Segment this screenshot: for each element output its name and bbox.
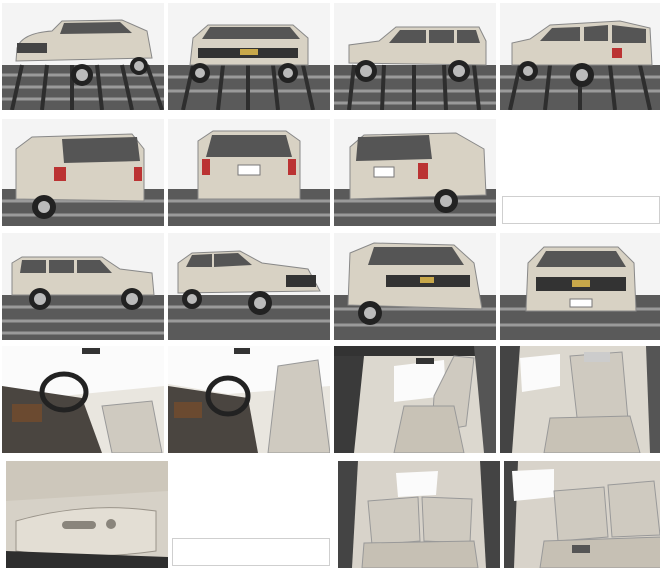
photo-rear-seats-2[interactable] [504,461,660,568]
car-interior-image [2,346,164,453]
photo-rear-left-close[interactable] [2,119,164,226]
photo-front-right-low[interactable] [334,233,496,340]
photo-dash-driver-1[interactable] [2,346,164,453]
car-exterior-image [168,119,330,226]
car-exterior-image [500,3,660,110]
car-interior-image [504,461,660,568]
photo-seat-controls[interactable] [6,461,168,568]
car-exterior-image [334,233,496,340]
photo-left-side[interactable] [334,3,496,110]
car-exterior-image [500,233,660,340]
photo-dash-driver-2[interactable] [168,346,330,453]
photo-rear-right-34[interactable] [334,119,496,226]
photo-rear-left-34[interactable] [500,3,660,110]
car-interior-image [6,461,168,568]
car-exterior-image [168,3,330,110]
photo-front-right-34[interactable] [168,233,330,340]
car-exterior-image [2,119,164,226]
photo-rear-center[interactable] [168,119,330,226]
photo-right-side[interactable] [2,233,164,340]
empty-photo-slot [500,119,660,226]
photo-rear-seats-1[interactable] [338,461,500,568]
car-interior-image [168,346,330,453]
photo-front-center[interactable] [168,3,330,110]
photo-front-seats-close[interactable] [500,346,660,453]
car-interior-image [500,346,660,453]
photo-front-seats-open-door[interactable] [334,346,496,453]
car-interior-image [334,346,496,453]
car-exterior-image [334,3,496,110]
car-interior-image [338,461,500,568]
empty-photo-slot [170,461,332,568]
car-exterior-image [168,233,330,340]
photo-front-left-34[interactable] [2,3,164,110]
car-exterior-image [2,233,164,340]
empty-caption-box [172,538,330,566]
empty-caption-box [502,196,660,224]
photo-grid [0,0,660,569]
photo-front-straight[interactable] [500,233,660,340]
car-exterior-image [2,3,164,110]
car-exterior-image [334,119,496,226]
